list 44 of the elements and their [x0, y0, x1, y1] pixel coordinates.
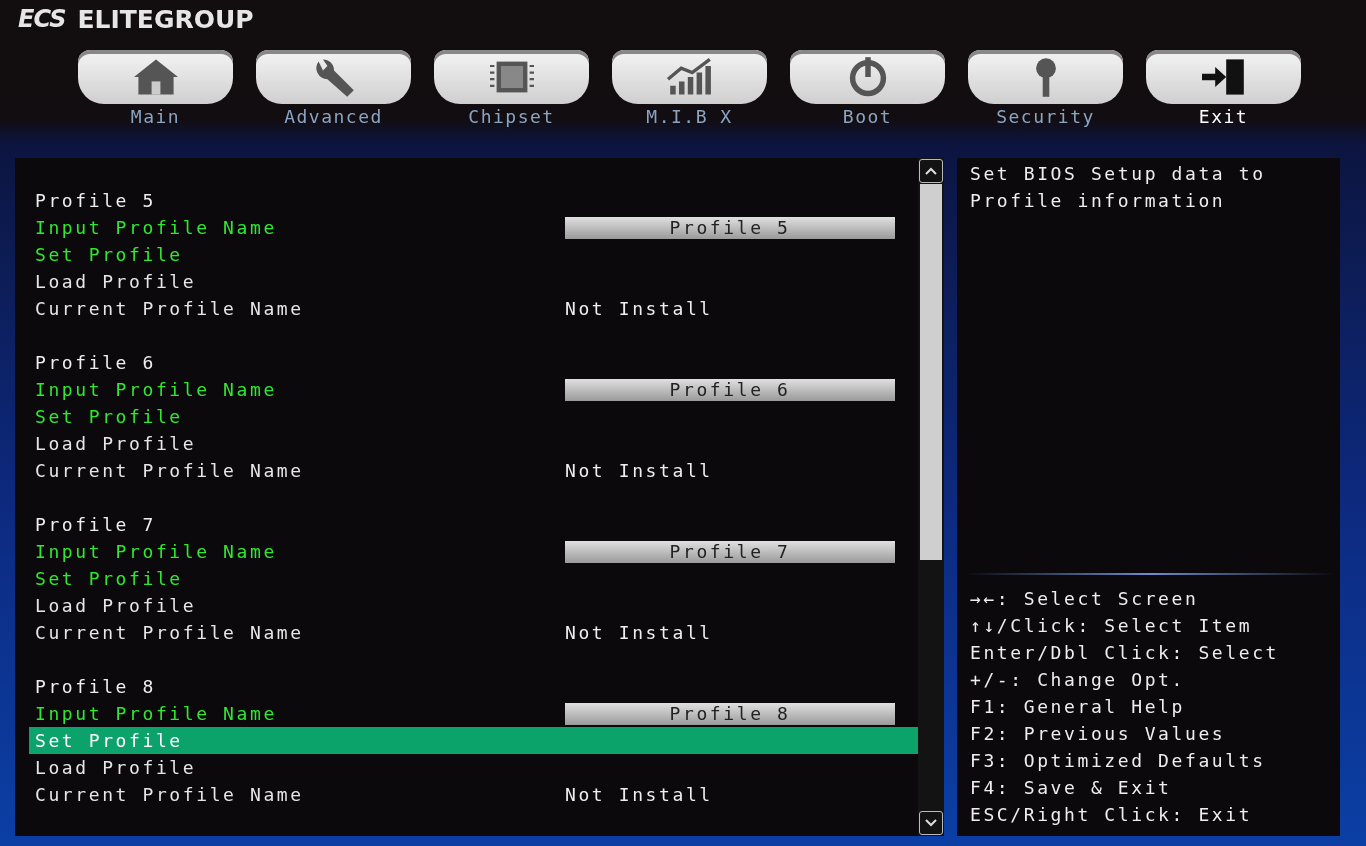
- setting-value: Not Install: [565, 460, 713, 481]
- scrollbar[interactable]: [918, 158, 944, 836]
- brand-name: ELITEGROUP: [77, 4, 254, 34]
- key-hint: F4: Save & Exit: [970, 776, 1173, 800]
- setting-label[interactable]: Set Profile: [35, 568, 565, 589]
- section-heading: Profile 6: [35, 352, 156, 373]
- setting-label: Current Profile Name: [35, 460, 305, 481]
- setting-label[interactable]: Input Profile Name: [35, 541, 565, 562]
- key-hint: ↑↓/Click: Select Item: [970, 614, 1254, 638]
- setting-label[interactable]: Set Profile: [35, 244, 565, 265]
- section-heading: Profile 7: [35, 514, 156, 535]
- setting-label[interactable]: Input Profile Name: [35, 379, 565, 400]
- scroll-down-button[interactable]: [919, 811, 943, 835]
- key-hint: Enter/Dbl Click: Select: [970, 641, 1281, 665]
- caret-up-icon: [925, 167, 937, 175]
- setting-label: Current Profile Name: [35, 784, 305, 805]
- setting-label[interactable]: Input Profile Name: [35, 703, 565, 724]
- setting-label[interactable]: Set Profile: [35, 406, 565, 427]
- profile-name-field[interactable]: Profile 8: [565, 702, 895, 725]
- section-heading: Profile 5: [35, 190, 156, 211]
- setting-value: Not Install: [565, 784, 713, 805]
- caret-down-icon: [925, 819, 937, 827]
- scroll-up-button[interactable]: [919, 159, 943, 183]
- key-hint: F1: General Help: [970, 695, 1186, 719]
- help-description: Set BIOS Setup data to Profile information: [970, 162, 1267, 213]
- setting-value: Not Install: [565, 622, 713, 643]
- profile-name-field[interactable]: Profile 7: [565, 540, 895, 563]
- key-hint: F2: Previous Values: [970, 722, 1227, 746]
- setting-label: Current Profile Name: [35, 622, 305, 643]
- key-hint: →←: Select Screen: [970, 587, 1200, 611]
- key-hint: ESC/Right Click: Exit: [970, 803, 1254, 827]
- setting-label: Load Profile: [35, 433, 198, 454]
- key-hint: F3: Optimized Defaults: [970, 749, 1267, 773]
- profile-name-field[interactable]: Profile 6: [565, 378, 895, 401]
- setting-label: Load Profile: [35, 595, 198, 616]
- section-heading: Profile 8: [35, 676, 156, 697]
- brand-logo-mark: ECS: [18, 5, 66, 33]
- setting-label[interactable]: Input Profile Name: [35, 217, 565, 238]
- setting-value: Not Install: [565, 298, 713, 319]
- key-hint: +/-: Change Opt.: [970, 668, 1186, 692]
- setting-label: Load Profile: [35, 757, 198, 778]
- profile-name-field[interactable]: Profile 5: [565, 216, 895, 239]
- setting-label: Load Profile: [35, 271, 198, 292]
- setting-label: Current Profile Name: [35, 298, 305, 319]
